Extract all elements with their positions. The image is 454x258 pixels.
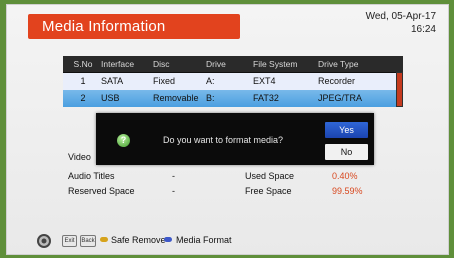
cell-interface: SATA (101, 76, 124, 86)
column-header-drive-type: Drive Type (318, 59, 359, 69)
column-header-file-system: File System (253, 59, 298, 69)
cell-sno: 1 (80, 76, 86, 86)
video-label: Video (68, 152, 91, 162)
table-scrollbar[interactable] (396, 72, 403, 107)
time-text: 16:24 (410, 24, 436, 35)
safe-remove-label: Safe Remove (111, 235, 166, 245)
column-header-drive: Drive (206, 59, 226, 69)
dialog-message: Do you want to format media? (163, 135, 284, 145)
used-space-value: 0.40% (332, 171, 358, 181)
cell-file-system: FAT32 (253, 93, 279, 103)
yes-button[interactable]: Yes (325, 122, 368, 138)
date-time: Wed, 05-Apr-17 16:24 (366, 10, 436, 36)
cell-disc: Fixed (153, 76, 176, 86)
cell-interface: USB (101, 93, 120, 103)
format-media-dialog: ? Do you want to format media? Yes No (96, 113, 374, 165)
used-space-label: Used Space (245, 171, 295, 181)
table-header: S.No Interface Disc Drive File System Dr… (63, 56, 403, 72)
page-title: Media Information (42, 18, 166, 35)
exit-key-icon: Exit (62, 235, 77, 247)
column-header-interface: Interface (101, 59, 135, 69)
audio-titles-label: Audio Titles (68, 171, 115, 181)
cell-disc: Removable (153, 93, 199, 103)
cell-drive: B: (206, 93, 215, 103)
reserved-space-label: Reserved Space (68, 186, 135, 196)
cell-file-system: EXT4 (253, 76, 276, 86)
cell-drive-type: Recorder (318, 76, 356, 86)
free-space-value: 99.59% (332, 186, 363, 196)
reserved-space-value: - (172, 186, 175, 196)
question-icon: ? (117, 134, 130, 147)
table-row[interactable]: 1 SATA Fixed A: EXT4 Recorder (63, 73, 396, 90)
cell-drive-type: JPEG/TRA (318, 93, 363, 103)
table-row-selected[interactable]: 2 USB Removable B: FAT32 JPEG/TRA (63, 90, 396, 107)
blue-key-icon (164, 237, 172, 242)
column-header-disc: Disc (153, 59, 170, 69)
cell-drive: A: (206, 76, 215, 86)
free-space-label: Free Space (245, 186, 292, 196)
media-format-label: Media Format (176, 235, 232, 245)
no-button[interactable]: No (325, 144, 368, 160)
media-table: S.No Interface Disc Drive File System Dr… (63, 56, 403, 107)
column-header-sno: S.No (73, 59, 93, 69)
back-key-icon: Back (80, 235, 96, 247)
cell-sno: 2 (80, 93, 86, 103)
audio-titles-value: - (172, 171, 175, 181)
gear-icon (37, 234, 51, 248)
yellow-key-icon (100, 237, 108, 242)
date-text: Wed, 05-Apr-17 (365, 11, 436, 22)
scrollbar-thumb[interactable] (397, 73, 402, 106)
